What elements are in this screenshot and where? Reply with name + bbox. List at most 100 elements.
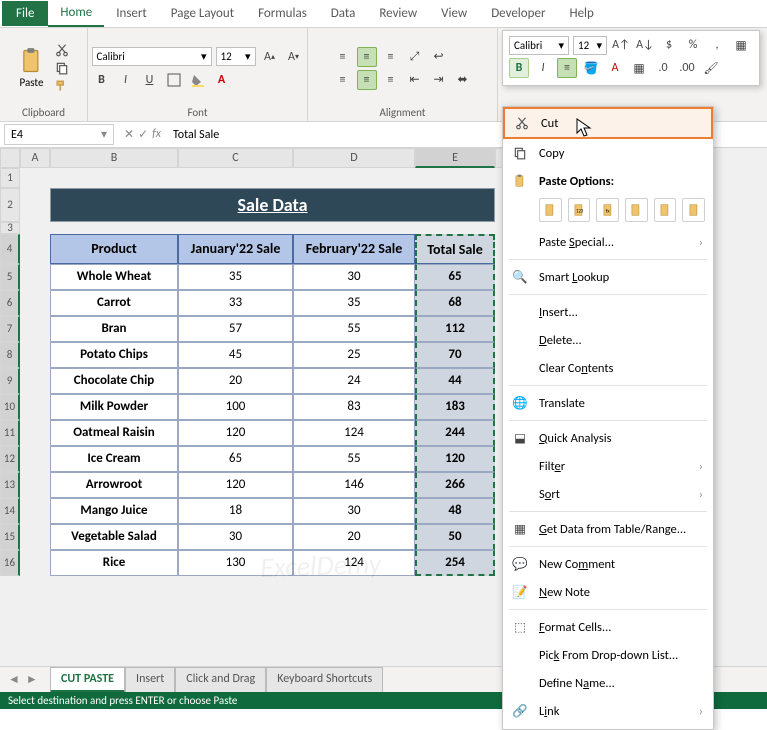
cell-a2[interactable]	[20, 188, 50, 222]
tab-insert[interactable]: Insert	[104, 1, 159, 26]
decrease-font-icon[interactable]: A▾	[284, 47, 304, 67]
cell-product-8[interactable]: Arrowroot	[50, 472, 178, 498]
cell-a11[interactable]	[20, 420, 50, 446]
font-color-button[interactable]: A	[212, 70, 232, 90]
mini-border-icon[interactable]: ▦	[629, 58, 649, 78]
cell-a16[interactable]	[20, 550, 50, 576]
cell-jan-8[interactable]: 120	[178, 472, 293, 498]
cell-feb-11[interactable]: 124	[293, 550, 415, 576]
cell-jan-7[interactable]: 65	[178, 446, 293, 472]
tab-file[interactable]: File	[2, 1, 48, 26]
cell-a9[interactable]	[20, 368, 50, 394]
mini-increase-font-icon[interactable]: A↑	[611, 35, 631, 55]
ctx-pick-dropdown[interactable]: Pick From Drop-down List...	[503, 641, 713, 669]
paste-option-transpose[interactable]	[625, 198, 648, 222]
cell-jan-5[interactable]: 100	[178, 394, 293, 420]
border-button[interactable]	[164, 70, 184, 90]
decrease-indent-icon[interactable]: ⇤	[405, 70, 425, 90]
cell-total-7[interactable]: 120	[415, 446, 495, 472]
cell-product-6[interactable]: Oatmeal Raisin	[50, 420, 178, 446]
tab-home[interactable]: Home	[48, 0, 104, 27]
cell-feb-4[interactable]: 24	[293, 368, 415, 394]
orientation-icon[interactable]: ⤢	[405, 47, 425, 67]
sheet-tab-cut-paste[interactable]: CUT PASTE	[50, 667, 125, 693]
cell-feb-1[interactable]: 35	[293, 290, 415, 316]
fill-color-button[interactable]	[188, 70, 208, 90]
ctx-insert[interactable]: Insert...	[503, 298, 713, 326]
cell-blank[interactable]	[20, 168, 525, 188]
cell-jan-4[interactable]: 20	[178, 368, 293, 394]
cell-a7[interactable]	[20, 316, 50, 342]
cell-product-2[interactable]: Bran	[50, 316, 178, 342]
tab-data[interactable]: Data	[319, 1, 368, 26]
tab-view[interactable]: View	[429, 1, 479, 26]
mini-currency-icon[interactable]: $	[659, 35, 679, 55]
cell-product-11[interactable]: Rice	[50, 550, 178, 576]
cell-a4[interactable]	[20, 234, 50, 264]
cell-product-0[interactable]: Whole Wheat	[50, 264, 178, 290]
cell-total-4[interactable]: 44	[415, 368, 495, 394]
mini-dec-decimal-icon[interactable]: .0	[653, 58, 673, 78]
cell-product-5[interactable]: Milk Powder	[50, 394, 178, 420]
col-header-B[interactable]: B	[50, 148, 178, 168]
cell-feb-8[interactable]: 146	[293, 472, 415, 498]
header-product[interactable]: Product	[50, 234, 178, 264]
row-header-16[interactable]: 16	[0, 550, 20, 576]
ctx-link[interactable]: 🔗Link›	[503, 697, 713, 725]
ctx-format-cells[interactable]: ⬚Format Cells...	[503, 613, 713, 641]
tab-review[interactable]: Review	[367, 1, 429, 26]
cell-jan-10[interactable]: 30	[178, 524, 293, 550]
cell-total-10[interactable]: 50	[415, 524, 495, 550]
cell-a15[interactable]	[20, 524, 50, 550]
mini-percent-icon[interactable]: %	[683, 35, 703, 55]
tab-developer[interactable]: Developer	[479, 1, 557, 26]
col-header-A[interactable]: A	[20, 148, 50, 168]
cell-feb-5[interactable]: 83	[293, 394, 415, 420]
cell-product-7[interactable]: Ice Cream	[50, 446, 178, 472]
cell-jan-2[interactable]: 57	[178, 316, 293, 342]
ctx-copy[interactable]: Copy	[503, 139, 713, 167]
header-january[interactable]: January'22 Sale	[178, 234, 293, 264]
mini-font-size[interactable]: 12▾	[573, 36, 607, 55]
format-painter-icon[interactable]	[54, 79, 70, 93]
tab-formulas[interactable]: Formulas	[246, 1, 319, 26]
row-header-15[interactable]: 15	[0, 524, 20, 550]
row-header-3[interactable]: 3	[0, 222, 20, 234]
enter-icon[interactable]: ✓	[138, 127, 148, 142]
ctx-quick-analysis[interactable]: ⬓Quick Analysis	[503, 424, 713, 452]
cell-product-1[interactable]: Carrot	[50, 290, 178, 316]
cell-total-9[interactable]: 48	[415, 498, 495, 524]
mini-font-name[interactable]: Calibri▾	[509, 36, 569, 55]
row-header-2[interactable]: 2	[0, 188, 20, 222]
wrap-text-icon[interactable]: ↩	[429, 47, 449, 67]
row-header-9[interactable]: 9	[0, 368, 20, 394]
cancel-icon[interactable]: ✕	[124, 127, 134, 142]
italic-button[interactable]: I	[116, 70, 136, 90]
paste-option-link[interactable]	[682, 198, 705, 222]
mini-inc-decimal-icon[interactable]: .00	[677, 58, 697, 78]
cell-feb-2[interactable]: 55	[293, 316, 415, 342]
row-header-6[interactable]: 6	[0, 290, 20, 316]
col-header-D[interactable]: D	[293, 148, 415, 168]
cell-total-5[interactable]: 183	[415, 394, 495, 420]
cell-a6[interactable]	[20, 290, 50, 316]
cell-feb-7[interactable]: 55	[293, 446, 415, 472]
paste-option-values[interactable]: 123	[568, 198, 591, 222]
mini-painter-icon[interactable]: 🖌	[701, 58, 721, 78]
cell-feb-0[interactable]: 30	[293, 264, 415, 290]
header-february[interactable]: February'22 Sale	[293, 234, 415, 264]
cell-jan-0[interactable]: 35	[178, 264, 293, 290]
cell-jan-1[interactable]: 33	[178, 290, 293, 316]
mini-bold-button[interactable]: B	[509, 58, 529, 78]
increase-font-icon[interactable]: A▴	[260, 47, 280, 67]
paste-option-formatting[interactable]	[654, 198, 677, 222]
align-top-icon[interactable]: ≡	[333, 47, 353, 67]
sheet-tab-click-and-drag[interactable]: Click and Drag	[175, 667, 266, 693]
mini-format-icon[interactable]: ▦	[731, 35, 751, 55]
mini-italic-button[interactable]: I	[533, 58, 553, 78]
ctx-smart-lookup[interactable]: 🔍Smart Lookup	[503, 263, 713, 291]
cell-total-3[interactable]: 70	[415, 342, 495, 368]
mini-align-center-icon[interactable]: ≡	[557, 58, 577, 78]
sheet-nav-next-icon[interactable]: ►	[26, 672, 38, 687]
align-right-icon[interactable]: ≡	[381, 70, 401, 90]
